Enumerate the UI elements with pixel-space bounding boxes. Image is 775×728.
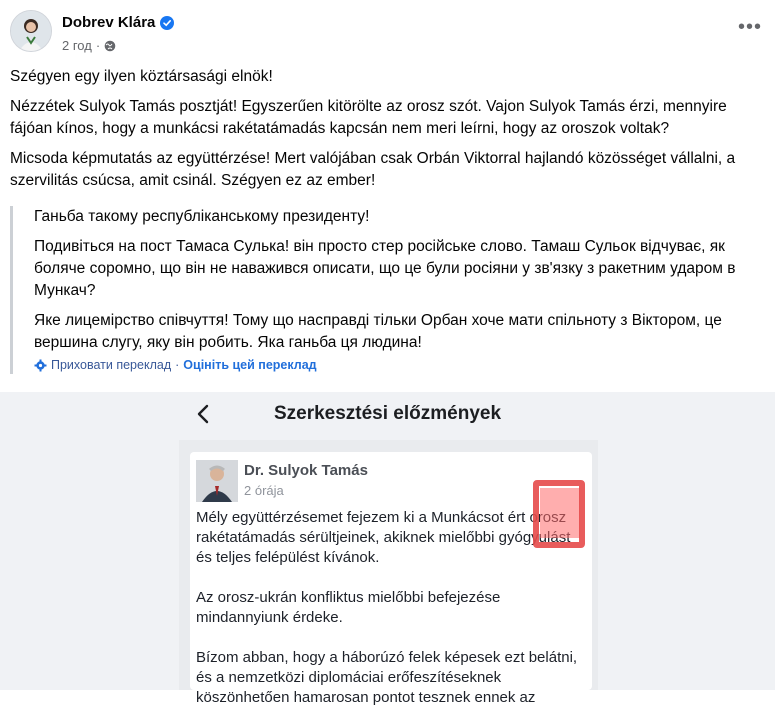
translation-paragraph: Подивіться на пост Тамаса Сулька! він пр… xyxy=(34,238,736,299)
meta-dot: · xyxy=(95,38,101,53)
highlight-box xyxy=(533,480,585,548)
author-avatar[interactable] xyxy=(10,10,52,52)
verified-badge-icon xyxy=(160,15,175,30)
post-time[interactable]: 2 год xyxy=(62,38,92,53)
post-paragraph: Micsoda képmutatás az együttérzése! Mert… xyxy=(10,150,736,189)
gear-icon[interactable] xyxy=(34,359,47,372)
card-author-name: Dr. Sulyok Tamás xyxy=(244,462,368,479)
card-paragraph: Mély együttérzésemet fejezem ki a Munkác… xyxy=(196,509,571,566)
post-meta: 2 год · xyxy=(62,38,116,53)
translation-paragraph: Яке лицемірство співчуття! Тому що наспр… xyxy=(34,312,722,351)
card-author-avatar xyxy=(196,460,238,502)
post-paragraph: Nézzétek Sulyok Tamás posztját! Egyszerű… xyxy=(10,98,727,137)
card-paragraph: Bízom abban, hogy a háborúzó felek képes… xyxy=(196,649,578,706)
translation-controls: Приховати переклад · Оцініть цей перекла… xyxy=(34,358,317,372)
globe-icon[interactable] xyxy=(104,40,116,52)
edit-history-title: Szerkesztési előzmények xyxy=(273,403,502,424)
link-separator: · xyxy=(175,358,180,372)
post-body: Szégyen egy ilyen köztársasági elnök! Né… xyxy=(10,66,755,200)
post-author[interactable]: Dobrev Klára xyxy=(62,14,175,31)
post-paragraph: Szégyen egy ilyen köztársasági elnök! xyxy=(10,68,273,85)
card-paragraph: Az orosz-ukrán konfliktus mielőbbi befej… xyxy=(196,589,501,626)
translation-block: Ганьба такому республіканському президен… xyxy=(10,206,762,374)
card-avatar-photo xyxy=(196,460,238,502)
post-header: Dobrev Klára 2 год · ••• xyxy=(0,0,775,62)
card-time: 2 órája xyxy=(244,483,284,498)
author-name[interactable]: Dobrev Klára xyxy=(62,14,155,31)
more-options-button[interactable]: ••• xyxy=(738,17,762,37)
card-body: Mély együttérzésemet fejezem ki a Munkác… xyxy=(196,508,588,728)
rate-translation-link[interactable]: Оцініть цей переклад xyxy=(183,358,316,372)
translation-paragraph: Ганьба такому республіканському президен… xyxy=(34,208,370,225)
hide-translation-link[interactable]: Приховати переклад xyxy=(51,358,171,372)
avatar-photo xyxy=(11,11,51,51)
